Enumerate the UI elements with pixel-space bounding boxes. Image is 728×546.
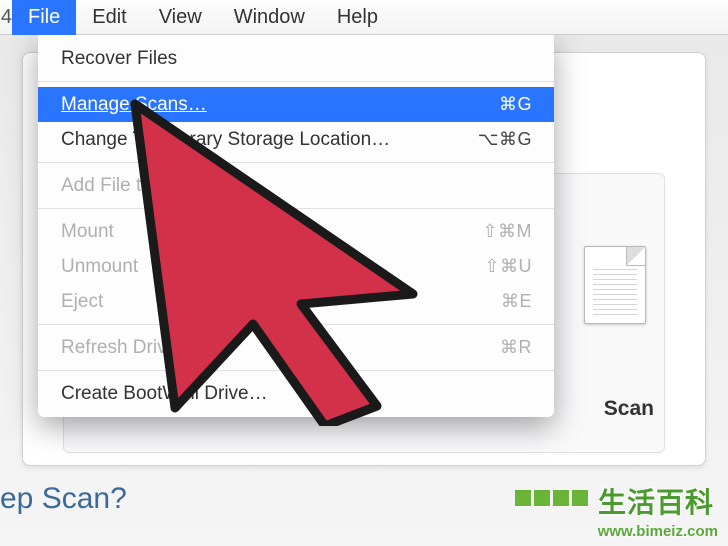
menu-item-change-storage-location[interactable]: Change Temporary Storage Location… ⌥⌘G bbox=[38, 122, 554, 157]
menu-item-add-file-to-scan: Add File to Scan bbox=[38, 168, 554, 203]
menu-file[interactable]: File bbox=[12, 0, 76, 35]
menu-item-label: Eject bbox=[61, 291, 501, 313]
menu-item-shortcut: ⌘G bbox=[499, 94, 532, 115]
menu-view[interactable]: View bbox=[143, 0, 218, 35]
file-menu-dropdown: Recover Files Manage Scans… ⌘G Change Te… bbox=[38, 35, 554, 417]
menu-window[interactable]: Window bbox=[218, 0, 321, 35]
menu-item-label: Recover Files bbox=[61, 48, 532, 70]
menu-separator bbox=[38, 81, 554, 82]
watermark-url: www.bimeiz.com bbox=[511, 523, 718, 540]
menu-item-shortcut: ⌥⌘G bbox=[478, 129, 532, 150]
document-icon bbox=[584, 246, 646, 324]
watermark: 生活百科 www.bimeiz.com bbox=[511, 479, 718, 540]
menu-item-shortcut: ⇧⌘U bbox=[484, 256, 532, 277]
menu-item-refresh-drives: Refresh Drives List ⌘R bbox=[38, 330, 554, 365]
menu-item-label: Refresh Drives List bbox=[61, 337, 500, 359]
menu-item-shortcut: ⌘E bbox=[501, 291, 532, 312]
menu-item-shortcut: ⌘R bbox=[500, 337, 532, 358]
menu-separator bbox=[38, 208, 554, 209]
menu-item-eject: Eject ⌘E bbox=[38, 284, 554, 319]
menu-item-recover-files[interactable]: Recover Files bbox=[38, 41, 554, 76]
menu-help[interactable]: Help bbox=[321, 0, 394, 35]
menu-separator bbox=[38, 324, 554, 325]
menu-item-create-bootwell-drive[interactable]: Create BootWell Drive… bbox=[38, 376, 554, 411]
scan-caption: Scan bbox=[604, 397, 654, 421]
menubar-left-trunc: 4 bbox=[0, 6, 12, 29]
menu-item-label: Mount bbox=[61, 221, 482, 243]
menu-separator bbox=[38, 162, 554, 163]
menu-item-label: Unmount bbox=[61, 256, 484, 278]
watermark-title: 生活百科 bbox=[598, 487, 714, 518]
menu-item-shortcut: ⇧⌘M bbox=[482, 221, 532, 242]
menu-item-manage-scans[interactable]: Manage Scans… ⌘G bbox=[38, 87, 554, 122]
menu-bar: 4 File Edit View Window Help bbox=[0, 0, 728, 35]
deep-scan-question-fragment: ep Scan? bbox=[0, 482, 127, 516]
menu-item-label: Add File to Scan bbox=[61, 175, 532, 197]
menu-edit[interactable]: Edit bbox=[76, 0, 142, 35]
menu-item-mount: Mount ⇧⌘M bbox=[38, 214, 554, 249]
menu-item-label: Change Temporary Storage Location… bbox=[61, 129, 478, 151]
menu-item-label: Manage Scans… bbox=[61, 94, 499, 116]
watermark-logo-icon bbox=[515, 490, 588, 506]
menu-item-label: Create BootWell Drive… bbox=[61, 383, 532, 405]
menu-separator bbox=[38, 370, 554, 371]
menu-item-unmount: Unmount ⇧⌘U bbox=[38, 249, 554, 284]
document-icon-lines bbox=[593, 269, 637, 315]
